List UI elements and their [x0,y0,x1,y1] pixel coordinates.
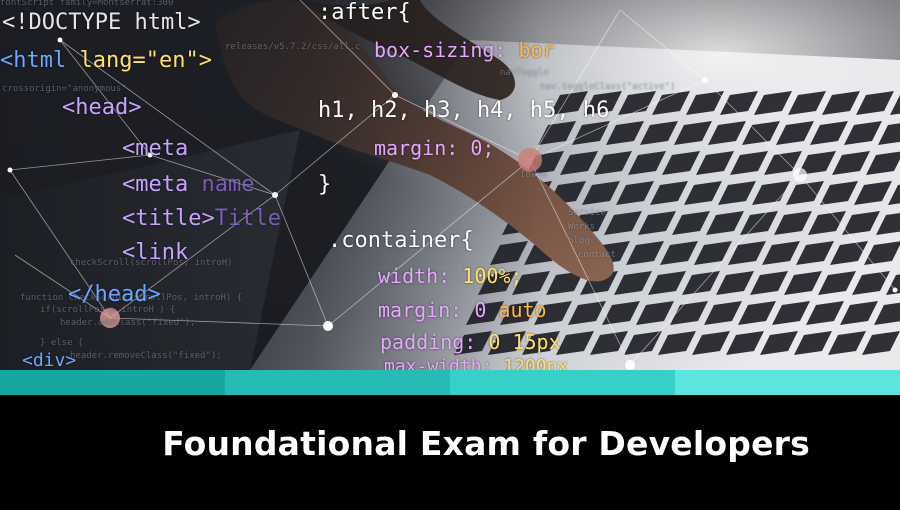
hero-image: fontScript family=Montserrat:300 release… [0,0,900,370]
accent-stripe-segment [0,370,225,395]
accent-stripe-segment [450,370,675,395]
accent-stripe-segment [675,370,900,395]
accent-stripe-segment [225,370,450,395]
laptop-keyboard-photo [0,0,900,370]
page-title: Foundational Exam for Developers [162,424,810,463]
title-banner: Foundational Exam for Developers [0,395,900,510]
accent-stripe [0,370,900,395]
